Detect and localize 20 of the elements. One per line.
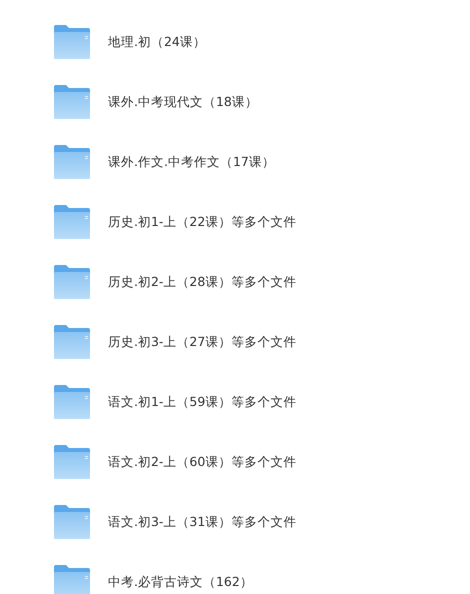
folder-name[interactable]: 中考.必背古诗文（162） <box>108 573 253 591</box>
folder-name[interactable]: 语文.初2-上（60课）等多个文件 <box>108 453 296 471</box>
folder-name[interactable]: 历史.初2-上（28课）等多个文件 <box>108 273 296 291</box>
folder-icon[interactable] <box>54 325 90 359</box>
folder-icon[interactable] <box>54 25 90 59</box>
folder-icon[interactable] <box>54 445 90 479</box>
folder-name[interactable]: 历史.初1-上（22课）等多个文件 <box>108 213 296 231</box>
folder-name[interactable]: 课外.中考现代文（18课） <box>108 93 258 111</box>
folder-name[interactable]: 语文.初3-上（31课）等多个文件 <box>108 513 296 531</box>
folder-name[interactable]: 语文.初1-上（59课）等多个文件 <box>108 393 296 411</box>
folder-name[interactable]: 历史.初3-上（27课）等多个文件 <box>108 333 296 351</box>
folder-name[interactable]: 地理.初（24课） <box>108 33 206 51</box>
folder-icon[interactable] <box>54 145 90 179</box>
folder-icon[interactable] <box>54 505 90 539</box>
folder-icon[interactable] <box>54 265 90 299</box>
folder-name[interactable]: 课外.作文.中考作文（17课） <box>108 153 275 171</box>
folder-icon[interactable] <box>54 385 90 419</box>
folder-icon[interactable] <box>54 565 90 594</box>
folder-icon[interactable] <box>54 85 90 119</box>
folder-icon[interactable] <box>54 205 90 239</box>
